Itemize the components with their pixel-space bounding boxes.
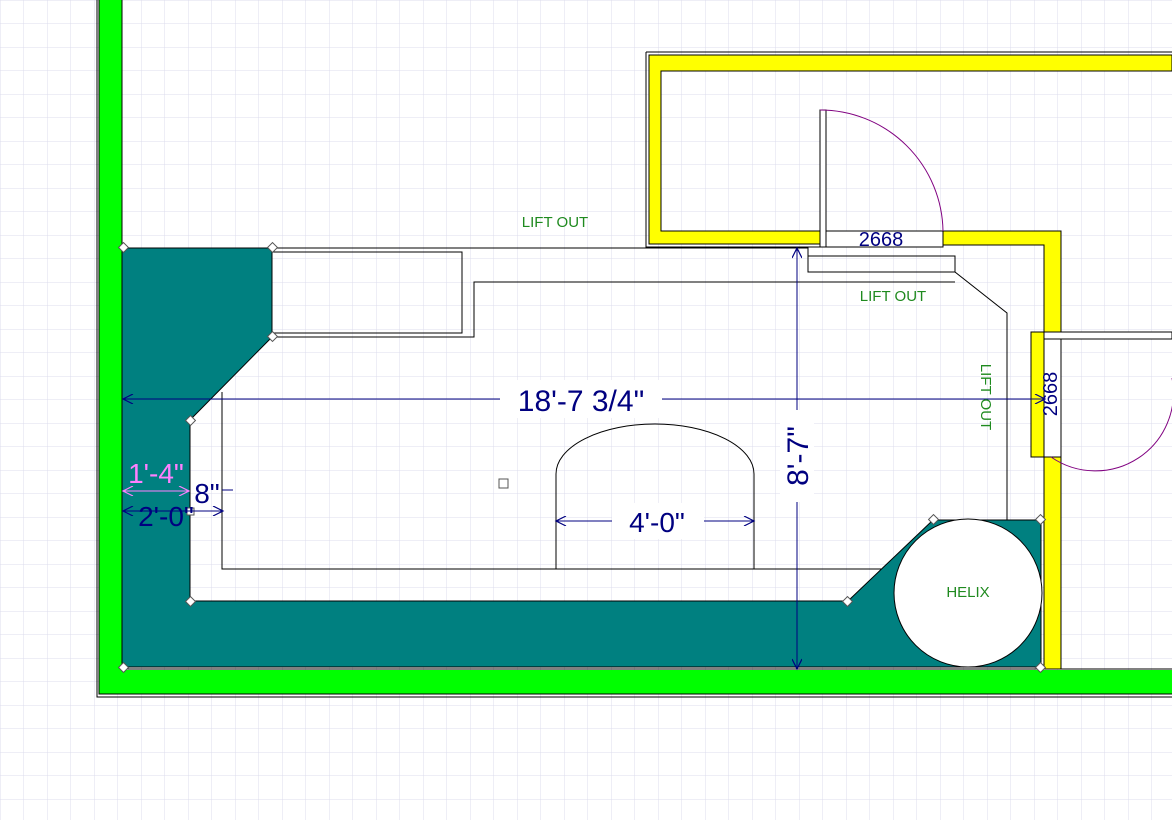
label-door-top[interactable]: 2668 [859,229,904,251]
label-lift-out-top[interactable]: LIFT OUT [522,214,588,231]
label-lift-out-mid[interactable]: LIFT OUT [860,288,926,305]
dimension-left[interactable]: 2'-0" [138,501,194,532]
dimension-overall-width[interactable]: 18'-7 3/4" [518,385,644,418]
label-lift-out-vertical[interactable]: LIFT OUT [977,364,994,430]
dimension-peninsula-width[interactable]: 4'-0" [629,507,685,538]
dimension-pink[interactable]: 1'-4" [128,458,184,489]
dimension-overall-depth[interactable]: 8'-7" [782,426,815,486]
label-helix[interactable]: HELIX [946,584,989,601]
label-door-right[interactable]: 2668 [1040,372,1062,417]
floor-plan-canvas[interactable]: 18'-7 3/4" 8'-7" 4'-0" 1'-4" 2'-0" 8" LI… [0,0,1172,820]
dimension-small[interactable]: 8" [194,478,220,509]
